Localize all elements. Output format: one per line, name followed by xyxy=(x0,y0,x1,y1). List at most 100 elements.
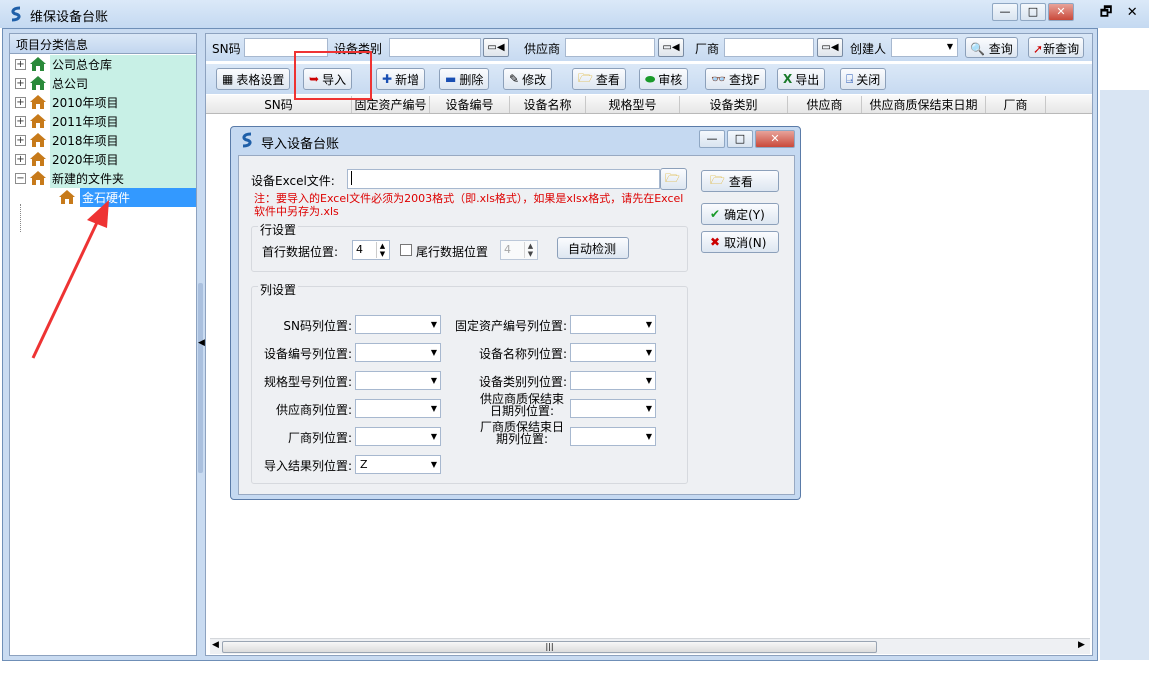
result-col-select[interactable]: Z ▼ xyxy=(355,455,441,474)
type-col-select[interactable]: ▼ xyxy=(570,371,656,390)
column-settings-group: 列设置 SN码列位置: ▼ 固定资产编号列位置: ▼ 设备编号列位置: ▼ 设备… xyxy=(251,281,688,484)
column-header[interactable]: 供应商 xyxy=(788,96,862,113)
tree-item[interactable]: + 公司总仓库 xyxy=(10,55,196,74)
delete-button[interactable]: ▬ 删除 xyxy=(439,68,490,90)
expand-icon[interactable]: + xyxy=(15,78,26,89)
audit-label: 审核 xyxy=(658,72,683,87)
supplier-input[interactable] xyxy=(565,38,655,57)
dialog-maximize-button[interactable]: □ xyxy=(727,130,753,148)
find-button[interactable]: 👓 查找F xyxy=(705,68,766,90)
supplier-col-select[interactable]: ▼ xyxy=(355,399,441,418)
column-header[interactable]: 设备类别 xyxy=(680,96,788,113)
asset-col-select[interactable]: ▼ xyxy=(570,315,656,334)
sn-col-select[interactable]: ▼ xyxy=(355,315,441,334)
close-button[interactable]: ✕ xyxy=(1048,3,1074,21)
supplier-warranty-col-select[interactable]: ▼ xyxy=(570,399,656,418)
maximize-button[interactable]: □ xyxy=(1020,3,1046,21)
new-query-button[interactable]: ➚新查询 xyxy=(1028,37,1085,58)
file-path-input[interactable] xyxy=(347,169,660,189)
spec-col-select[interactable]: ▼ xyxy=(355,371,441,390)
maker-col-select[interactable]: ▼ xyxy=(355,427,441,446)
view-button[interactable]: 🗁 查看 xyxy=(572,68,626,90)
audit-button[interactable]: ⬬ 审核 xyxy=(639,68,689,90)
edit-button[interactable]: ✎ 修改 xyxy=(503,68,553,90)
collapse-icon[interactable]: − xyxy=(15,173,26,184)
supplier-col-label: 供应商列位置: xyxy=(275,403,352,417)
dialog-view-button[interactable]: 🗁 查看 xyxy=(701,170,779,192)
minus-icon: ▬ xyxy=(445,72,457,86)
column-header[interactable]: 厂商 xyxy=(986,96,1046,113)
export-button[interactable]: X 导出 xyxy=(777,68,826,90)
supplier-label: 供应商 xyxy=(524,42,561,56)
tree-header: 项目分类信息 xyxy=(10,34,196,54)
maker-input[interactable] xyxy=(724,38,814,57)
scroll-right-icon[interactable]: ▶ xyxy=(1078,640,1085,650)
tree-item[interactable]: + 总公司 xyxy=(10,74,196,93)
add-button[interactable]: ✚ 新增 xyxy=(376,68,426,90)
first-row-label: 首行数据位置: xyxy=(262,245,339,259)
maker-picker-button[interactable]: ▭◀ xyxy=(817,38,843,57)
window-controls: — □ ✕ xyxy=(990,3,1074,21)
creator-select[interactable]: ▼ xyxy=(891,38,958,57)
maker-col-label: 厂商列位置: xyxy=(287,431,352,445)
auto-detect-button[interactable]: 自动检测 xyxy=(557,237,629,259)
scrollbar-thumb[interactable]: ||| xyxy=(222,641,877,653)
type-picker-button[interactable]: ▭◀ xyxy=(483,38,509,57)
expand-icon[interactable]: + xyxy=(15,59,26,70)
house-icon xyxy=(29,94,47,110)
table-icon: ▦ xyxy=(222,72,234,86)
first-row-spinner[interactable]: 4 ▲ ▼ xyxy=(352,240,390,260)
browse-button[interactable]: 🗁 xyxy=(660,168,687,190)
result-col-value: Z xyxy=(360,458,368,471)
column-header[interactable]: 设备名称 xyxy=(510,96,586,113)
splitter-grip[interactable] xyxy=(198,283,203,473)
maker-warranty-col-label: 厂商质保结束日期列位置: xyxy=(479,420,564,446)
last-row-spinner[interactable]: 4 ▲ ▼ xyxy=(500,240,538,260)
type-input[interactable] xyxy=(389,38,481,57)
minimize-button[interactable]: — xyxy=(992,3,1018,21)
tree-item[interactable]: +2020年项目 xyxy=(10,150,196,169)
dialog-close-button[interactable]: ✕ xyxy=(755,130,795,148)
tree-item[interactable]: +2010年项目 xyxy=(10,93,196,112)
collapse-left-icon[interactable]: ◀ xyxy=(198,338,205,348)
outer-close-icon[interactable]: ✕ xyxy=(1127,5,1138,20)
tree-item-label: 2018年项目 xyxy=(50,131,196,150)
panel-splitter[interactable]: ◀ xyxy=(197,33,205,656)
expand-icon[interactable]: + xyxy=(15,116,26,127)
column-header[interactable]: 设备编号 xyxy=(430,96,510,113)
horizontal-scrollbar[interactable]: ◀ ||| ▶ xyxy=(210,638,1090,654)
maker-warranty-col-select[interactable]: ▼ xyxy=(570,427,656,446)
tree-item[interactable]: +2011年项目 xyxy=(10,112,196,131)
spinner-arrows-icon[interactable]: ▲ ▼ xyxy=(524,242,536,258)
column-header[interactable]: 规格型号 xyxy=(586,96,680,113)
scroll-left-icon[interactable]: ◀ xyxy=(212,640,219,650)
dialog-body: 设备Excel文件: 🗁 注：要导入的Excel文件必须为2003格式（即.xl… xyxy=(238,155,795,495)
cancel-label: 取消(N) xyxy=(724,235,767,250)
tree-item[interactable]: − 新建的文件夹 xyxy=(10,169,196,188)
window-title: 维保设备台账 xyxy=(30,10,109,25)
code-col-select[interactable]: ▼ xyxy=(355,343,441,362)
expand-icon[interactable]: + xyxy=(15,154,26,165)
name-col-select[interactable]: ▼ xyxy=(570,343,656,362)
supplier-picker-button[interactable]: ▭◀ xyxy=(658,38,684,57)
ok-button[interactable]: ✔ 确定(Y) xyxy=(701,203,779,225)
x-icon: ✖ xyxy=(710,235,721,249)
expand-icon[interactable]: + xyxy=(15,135,26,146)
file-label: 设备Excel文件: xyxy=(251,174,335,188)
column-header[interactable]: 供应商质保结束日期 xyxy=(862,96,986,113)
table-settings-button[interactable]: ▦ 表格设置 xyxy=(216,68,291,90)
restore-icon[interactable]: 🗗 xyxy=(1100,5,1112,20)
dialog-minimize-button[interactable]: — xyxy=(699,130,725,148)
edit-icon: ✎ xyxy=(509,72,520,86)
audit-icon: ⬬ xyxy=(645,71,656,86)
spinner-arrows-icon[interactable]: ▲ ▼ xyxy=(376,242,388,258)
query-button[interactable]: 🔍 查询 xyxy=(965,37,1018,58)
maker-label: 厂商 xyxy=(695,42,720,56)
expand-icon[interactable]: + xyxy=(15,97,26,108)
close-module-button[interactable]: ⍈ 关闭 xyxy=(840,68,887,90)
tree-item[interactable]: +2018年项目 xyxy=(10,131,196,150)
cancel-button[interactable]: ✖ 取消(N) xyxy=(701,231,779,253)
last-row-checkbox[interactable] xyxy=(400,244,412,256)
open-folder-icon: 🗁 xyxy=(665,170,680,185)
creator-label: 创建人 xyxy=(850,42,887,56)
